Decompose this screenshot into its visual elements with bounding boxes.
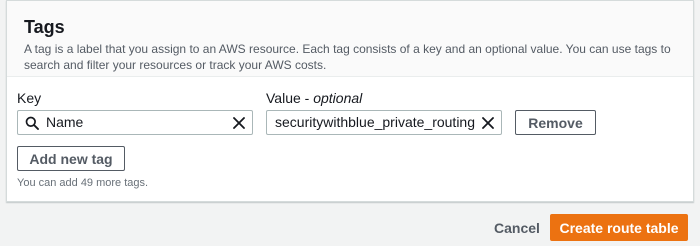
cancel-button[interactable]: Cancel <box>488 215 546 241</box>
panel-title: Tags <box>24 17 65 37</box>
add-new-tag-button[interactable]: Add new tag <box>17 146 125 171</box>
close-icon[interactable] <box>475 111 501 134</box>
value-label-text: Value - <box>266 90 314 106</box>
tags-panel-header: Tags A tag is a label that you assign to… <box>7 1 693 77</box>
tag-value-input[interactable]: securitywithblue_private_routing <box>266 110 502 135</box>
key-column-label: Key <box>17 90 42 106</box>
close-icon[interactable] <box>226 111 252 134</box>
tag-value-value: securitywithblue_private_routing <box>275 114 475 130</box>
tag-key-value: Name <box>46 114 84 130</box>
panel-description: A tag is a label that you assign to an A… <box>24 42 671 72</box>
search-icon <box>18 111 46 134</box>
remove-tag-button[interactable]: Remove <box>515 110 596 135</box>
value-column-label: Value - optional <box>266 89 362 107</box>
tag-key-input[interactable]: Name <box>17 110 253 135</box>
value-optional-text: optional <box>313 90 363 106</box>
create-route-table-button[interactable]: Create route table <box>550 214 688 241</box>
tag-limit-note: You can add 49 more tags. <box>17 177 149 189</box>
